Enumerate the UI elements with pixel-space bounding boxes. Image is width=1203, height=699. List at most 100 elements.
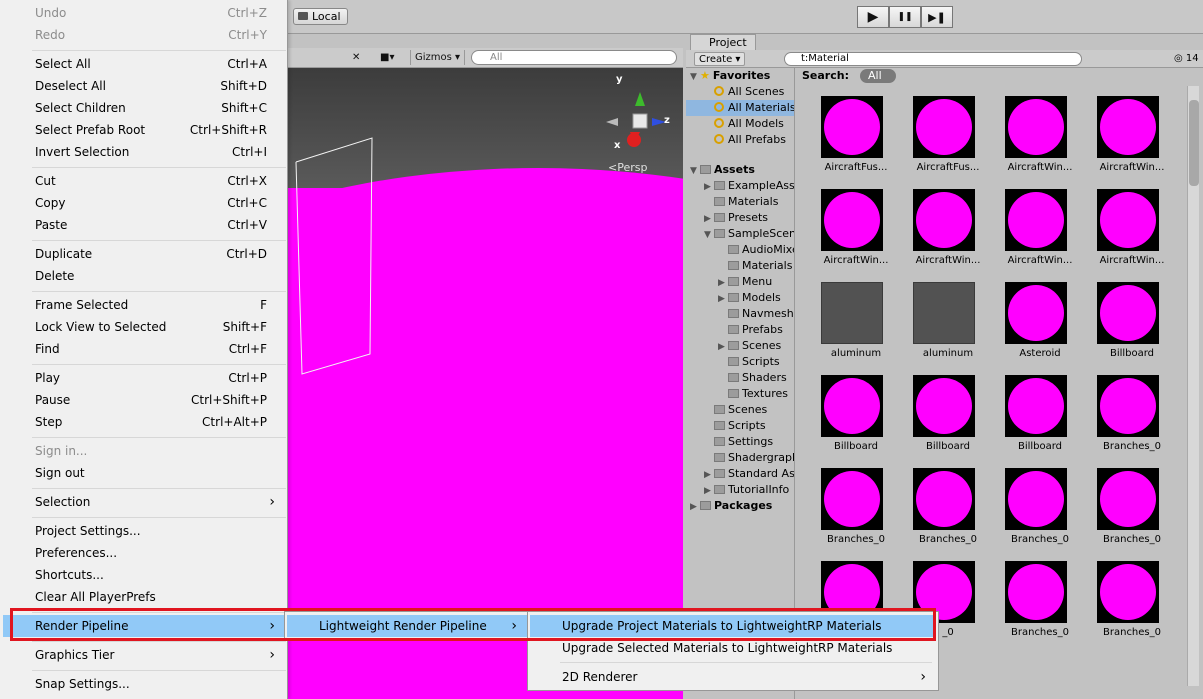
tree-folder-item[interactable]: ▶ TutorialInfo [704, 482, 789, 498]
menu-item-delete[interactable]: Delete [3, 265, 285, 287]
tree-folder-item[interactable]: Materials [718, 258, 792, 274]
menu-item-select-all[interactable]: Select All Ctrl+A [3, 53, 285, 75]
menu-item-sign-in[interactable]: Sign in... [3, 440, 285, 462]
tree-folder-item[interactable]: ▶ Scenes [718, 338, 781, 354]
tree-assets[interactable]: ▼ Assets [690, 162, 755, 178]
material-asset-tile[interactable]: Billboard [902, 375, 984, 463]
menu-item-preferences[interactable]: Preferences... [3, 542, 285, 564]
menu-item-frame-selected[interactable]: Frame Selected F [3, 294, 285, 316]
menu-item-snap-settings[interactable]: Snap Settings... [3, 673, 285, 695]
menu-item-upgrade-project-materials[interactable]: Upgrade Project Materials to Lightweight… [530, 615, 936, 637]
play-icon[interactable]: ▶ [857, 6, 889, 28]
menu-item-find[interactable]: Find Ctrl+F [3, 338, 285, 360]
menu-item-lock-view-to-selected[interactable]: Lock View to Selected Shift+F [3, 316, 285, 338]
tree-folder-item[interactable]: Scenes [704, 402, 767, 418]
tree-folder-item[interactable]: ▼ SampleScenes [704, 226, 794, 242]
material-asset-tile[interactable]: AircraftWin... [902, 189, 984, 277]
tree-folder-item[interactable]: ▶ Standard Assets [704, 466, 794, 482]
asset-grid-scrollbar[interactable] [1187, 86, 1199, 686]
material-asset-tile[interactable]: AircraftFus... [810, 96, 892, 184]
menu-item-graphics-tier[interactable]: Graphics Tier [3, 644, 285, 666]
menu-item-deselect-all[interactable]: Deselect All Shift+D [3, 75, 285, 97]
tree-favorite-item[interactable]: All Scenes [714, 84, 784, 100]
tools-icon[interactable]: ✕ [352, 50, 360, 65]
tree-folder-item[interactable]: AudioMixers [718, 242, 794, 258]
tree-folder-item[interactable]: Materials [704, 194, 778, 210]
menu-item-label: Snap Settings... [35, 677, 130, 691]
menu-item-select-children[interactable]: Select Children Shift+C [3, 97, 285, 119]
material-asset-tile[interactable]: Branches_0 [994, 561, 1076, 649]
menu-item-redo[interactable]: Redo Ctrl+Y [3, 24, 285, 46]
menu-item-clear-all-playerprefs[interactable]: Clear All PlayerPrefs [3, 586, 285, 608]
scene-viewport[interactable]: y z x <Persp [288, 68, 683, 699]
material-asset-tile[interactable]: AircraftWin... [810, 189, 892, 277]
menu-item-pause[interactable]: Pause Ctrl+Shift+P [3, 389, 285, 411]
material-asset-tile[interactable]: AircraftWin... [1086, 96, 1168, 184]
menu-item-select-prefab-root[interactable]: Select Prefab Root Ctrl+Shift+R [3, 119, 285, 141]
tab-project[interactable]: Project [690, 34, 756, 50]
tree-folder-item[interactable]: Shaders [718, 370, 787, 386]
menu-item-invert-selection[interactable]: Invert Selection Ctrl+I [3, 141, 285, 163]
pause-icon[interactable]: ❚❚ [889, 6, 921, 28]
camera-icon[interactable]: ■▾ [380, 50, 394, 65]
tree-favorite-item[interactable]: All Prefabs [714, 132, 786, 148]
tree-folder-item[interactable]: ▶ Models [718, 290, 781, 306]
scrollbar-thumb[interactable] [1189, 100, 1199, 186]
menu-item-render-pipeline[interactable]: Render Pipeline [3, 615, 285, 637]
menu-item-selection[interactable]: Selection [3, 491, 285, 513]
tree-favorites[interactable]: ▼ ★ Favorites [690, 68, 770, 84]
perspective-label[interactable]: <Persp [608, 161, 647, 174]
material-asset-tile[interactable]: AircraftWin... [1086, 189, 1168, 277]
tree-folder-item[interactable]: Prefabs [718, 322, 783, 338]
search-scope-pill[interactable]: All [860, 69, 896, 83]
tree-folder-item[interactable]: Textures [718, 386, 788, 402]
menu-item-shortcuts[interactable]: Shortcuts... [3, 564, 285, 586]
menu-item-duplicate[interactable]: Duplicate Ctrl+D [3, 243, 285, 265]
material-asset-tile[interactable]: Branches_0 [1086, 468, 1168, 556]
menu-item-play[interactable]: Play Ctrl+P [3, 367, 285, 389]
material-asset-tile[interactable]: Billboard [1086, 282, 1168, 370]
tree-folder-item[interactable]: Scripts [718, 354, 780, 370]
tree-packages[interactable]: ▶ Packages [690, 498, 772, 514]
create-dropdown[interactable]: Create ▾ [694, 52, 746, 66]
tree-favorite-item[interactable]: All Models [714, 116, 784, 132]
menu-item-paste[interactable]: Paste Ctrl+V [3, 214, 285, 236]
tree-folder-item[interactable]: ▶ Menu [718, 274, 772, 290]
material-asset-tile[interactable]: Branches_0 [1086, 561, 1168, 649]
material-asset-tile[interactable]: AircraftWin... [994, 189, 1076, 277]
material-asset-tile[interactable]: Asteroid [994, 282, 1076, 370]
tree-folder-item[interactable]: ▶ Presets [704, 210, 768, 226]
tree-folder-item[interactable]: Settings [704, 434, 773, 450]
material-asset-tile[interactable]: Branches_0 [1086, 375, 1168, 463]
menu-item-project-settings[interactable]: Project Settings... [3, 520, 285, 542]
scene-search-input[interactable]: All [471, 50, 677, 65]
menu-item-step[interactable]: Step Ctrl+Alt+P [3, 411, 285, 433]
project-search-input[interactable]: t:Material [784, 52, 1082, 66]
menu-item-cut[interactable]: Cut Ctrl+X [3, 170, 285, 192]
material-asset-tile[interactable]: Branches_0 [902, 468, 984, 556]
material-asset-tile[interactable]: aluminum [810, 282, 892, 370]
pivot-rotation-local-button[interactable]: Local [293, 8, 348, 25]
material-asset-tile[interactable]: Billboard [994, 375, 1076, 463]
tree-favorite-item[interactable]: All Materials [686, 100, 794, 116]
hidden-count-badge[interactable]: ◎ 14 [1174, 51, 1199, 66]
material-asset-tile[interactable]: AircraftWin... [994, 96, 1076, 184]
material-asset-tile[interactable]: Billboard [810, 375, 892, 463]
tree-folder-item[interactable]: Navmesh [718, 306, 794, 322]
tree-folder-item[interactable]: Shadergraph [704, 450, 794, 466]
material-asset-tile[interactable]: aluminum [902, 282, 984, 370]
menu-item-lightweight-render-pipeline[interactable]: Lightweight Render Pipeline [287, 615, 527, 637]
menu-item-copy[interactable]: Copy Ctrl+C [3, 192, 285, 214]
material-asset-tile[interactable]: AircraftFus... [902, 96, 984, 184]
menu-item-upgrade-selected-materials[interactable]: Upgrade Selected Materials to Lightweigh… [530, 637, 936, 659]
material-asset-tile[interactable]: Branches_0 [810, 468, 892, 556]
material-asset-tile[interactable]: Branches_0 [994, 468, 1076, 556]
play-controls: ▶ ❚❚ ▶❚ [857, 6, 953, 28]
step-icon[interactable]: ▶❚ [921, 6, 953, 28]
menu-item-undo[interactable]: Undo Ctrl+Z [3, 2, 285, 24]
gizmos-dropdown[interactable]: Gizmos ▾ [410, 50, 466, 65]
tree-folder-item[interactable]: Scripts [704, 418, 766, 434]
menu-item-sign-out[interactable]: Sign out [3, 462, 285, 484]
tree-folder-item[interactable]: ▶ ExampleAssets [704, 178, 794, 194]
menu-item-2d-renderer[interactable]: 2D Renderer [530, 666, 936, 688]
